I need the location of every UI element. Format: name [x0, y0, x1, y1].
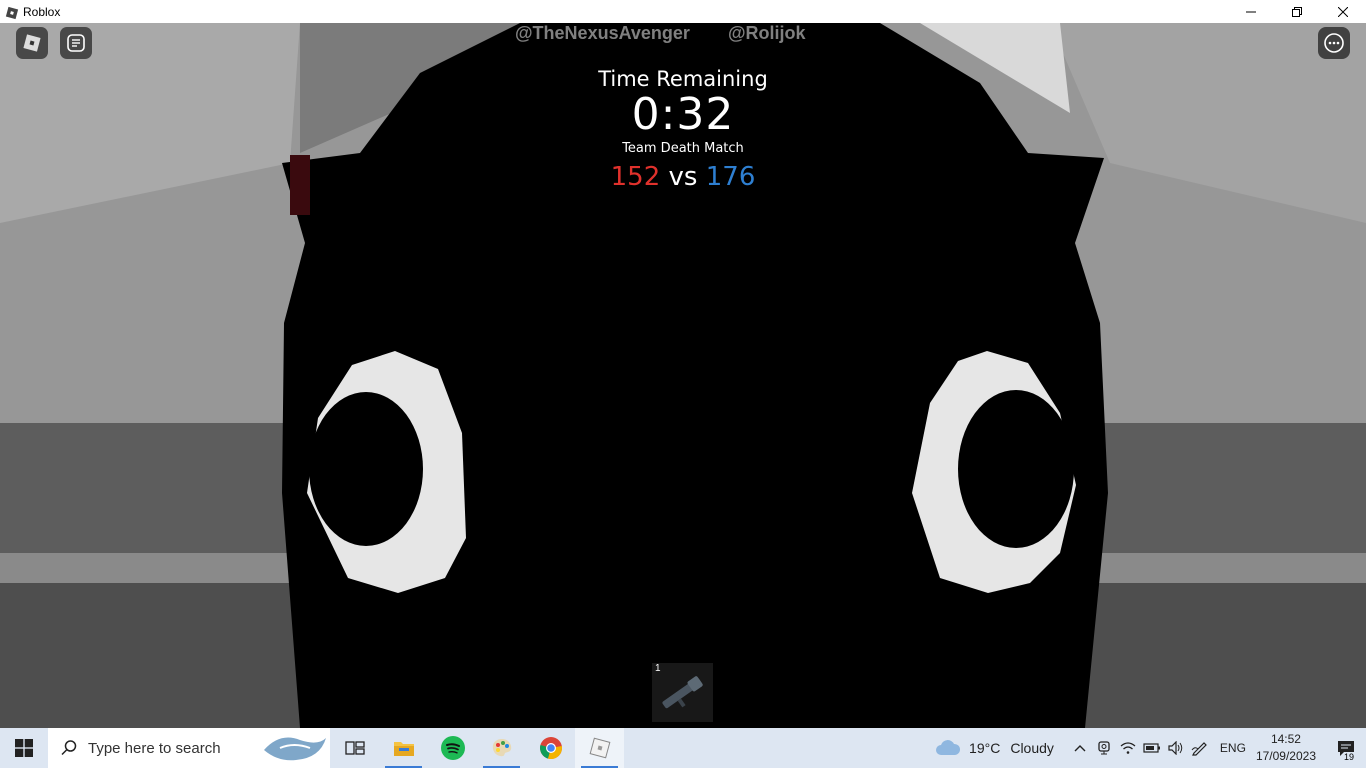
pen-tray-button[interactable] [1188, 728, 1212, 768]
taskbar-clock[interactable]: 14:52 17/09/2023 [1256, 731, 1316, 765]
chat-button[interactable] [60, 27, 92, 59]
windows-logo-icon [15, 739, 33, 757]
game-mode-label: Team Death Match [622, 141, 744, 156]
player-name-tag: @Rolijok [728, 23, 806, 43]
search-icon [61, 740, 77, 756]
task-view-icon [344, 741, 365, 755]
hotbar-slot[interactable]: 1 [652, 663, 713, 722]
start-button[interactable] [0, 728, 48, 768]
hotbar-slot-number: 1 [655, 663, 661, 674]
paint-icon [492, 739, 511, 757]
paint-button[interactable] [477, 728, 526, 768]
restore-icon [1292, 6, 1302, 17]
spotify-button[interactable] [428, 728, 477, 768]
system-tray: 19°C Cloudy ENG 14:52 17/09/2023 19 [935, 728, 1366, 768]
notification-center-button[interactable]: 19 [1326, 728, 1366, 768]
battery-icon [1143, 743, 1160, 753]
speaker-icon [1168, 741, 1183, 755]
roblox-taskbar-button[interactable] [575, 728, 624, 768]
rocket-launcher-icon [662, 676, 703, 709]
blue-team-score: 176 [705, 162, 756, 192]
webcam-icon [1098, 741, 1110, 755]
close-button[interactable] [1320, 0, 1366, 23]
clock-time: 14:52 [1270, 732, 1301, 746]
search-highlight-icon [264, 737, 326, 761]
taskbar-search-box[interactable]: Type here to search [48, 728, 330, 768]
close-icon [1338, 6, 1348, 17]
more-options-button[interactable] [1318, 27, 1350, 59]
weather-widget[interactable]: 19°C Cloudy [935, 739, 1054, 757]
vs-label: vs [668, 162, 698, 192]
window-title: Roblox [23, 4, 61, 19]
task-view-button[interactable] [330, 728, 379, 768]
more-options-icon [1324, 33, 1344, 53]
roblox-menu-button[interactable] [16, 27, 48, 59]
weather-temperature: 19°C [969, 740, 1001, 756]
roblox-icon [589, 737, 610, 759]
search-placeholder: Type here to search [88, 739, 221, 757]
file-explorer-button[interactable] [379, 728, 428, 768]
cloudy-weather-icon [936, 740, 961, 755]
time-remaining-value: 0:32 [631, 89, 735, 140]
player-name-tag: @TheNexusAvenger [515, 23, 690, 43]
roblox-logo-icon [23, 34, 41, 52]
wifi-icon [1120, 742, 1136, 754]
webcam-tray-button[interactable] [1092, 728, 1116, 768]
pen-workspace-icon [1191, 742, 1207, 756]
weather-description: Cloudy [1010, 740, 1054, 756]
window-titlebar: Roblox [0, 0, 1366, 23]
chrome-icon [539, 737, 562, 760]
clock-date: 17/09/2023 [1255, 749, 1316, 763]
wifi-tray-button[interactable] [1116, 728, 1140, 768]
chevron-up-icon [1074, 745, 1086, 752]
match-timer-hud: Time Remaining 0:32 Team Death Match 152… [583, 65, 783, 194]
show-hidden-icons-button[interactable] [1068, 728, 1092, 768]
red-team-score: 152 [610, 162, 661, 192]
chrome-button[interactable] [526, 728, 575, 768]
minimize-button[interactable] [1228, 0, 1274, 23]
spotify-icon [440, 736, 465, 760]
file-explorer-icon [393, 742, 414, 756]
restore-button[interactable] [1274, 0, 1320, 23]
team-score: 152 vs 176 [583, 160, 783, 194]
roblox-app-icon [5, 5, 19, 19]
input-language-indicator[interactable]: ENG [1220, 741, 1246, 755]
windows-taskbar: Type here to search 19°C Cloudy ENG 14:5… [0, 728, 1366, 768]
minimize-icon [1246, 11, 1256, 12]
volume-tray-button[interactable] [1164, 728, 1188, 768]
chat-icon [67, 34, 85, 52]
notification-count-badge: 19 [1341, 752, 1356, 762]
battery-tray-button[interactable] [1140, 728, 1164, 768]
